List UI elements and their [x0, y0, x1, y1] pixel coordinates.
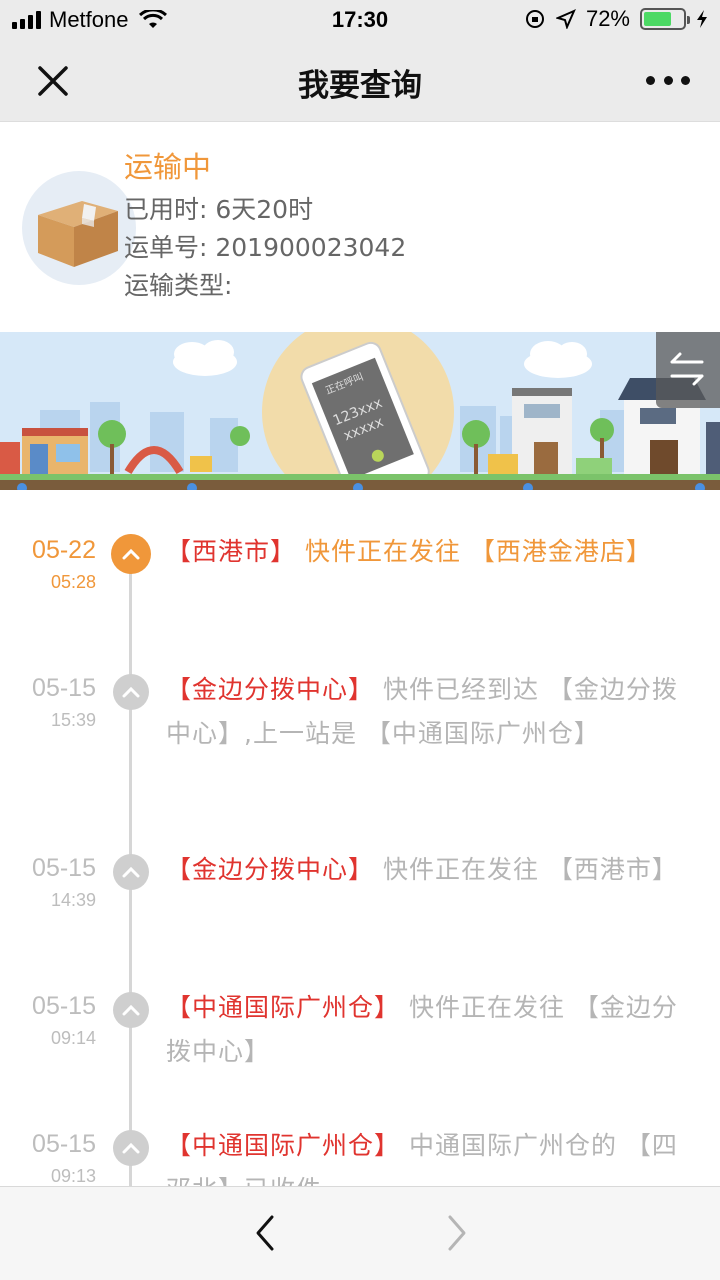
entry-location: 【金边分拨中心】 — [166, 675, 375, 704]
banner-illustration: 正在呼叫 123xxx xxxxx — [0, 332, 720, 490]
entry-time: 09:13 — [50, 1166, 96, 1186]
bottom-nav-bar — [0, 1186, 720, 1280]
elapsed-time: 已用时: 6天20时 — [124, 195, 314, 224]
shipment-details: 运输中 已用时: 6天20时 运单号: 201900023042 运输类型: — [124, 149, 406, 305]
city-illustration: 正在呼叫 123xxx xxxxx — [0, 332, 720, 490]
chevron-up-icon — [113, 674, 149, 710]
entry-time: 14:39 — [50, 890, 96, 910]
shipment-summary: 运输中 已用时: 6天20时 运单号: 201900023042 运输类型: — [0, 123, 720, 331]
more-dots-icon[interactable] — [646, 68, 690, 92]
entry-location: 【西港市】 — [166, 537, 297, 566]
nav-bar: 我要查询 — [0, 40, 720, 122]
entry-text: 【中通国际广州仓】 快件正在发往 【金边分拨中心】 — [166, 986, 686, 1074]
entry-date: 05-15 — [32, 1130, 96, 1158]
entry-time: 05:28 — [50, 572, 96, 592]
charging-icon — [697, 10, 707, 28]
swap-arrows-icon[interactable] — [656, 332, 720, 408]
entry-date: 05-15 — [32, 992, 96, 1020]
entry-location: 【中通国际广州仓】 — [166, 993, 401, 1022]
tracking-timeline: 05-22 05:28 【西港市】 快件正在发往 【西港金港店】 05-15 1… — [0, 490, 720, 1186]
chevron-left-icon[interactable] — [246, 1213, 286, 1253]
rotation-lock-icon — [525, 10, 544, 28]
entry-date: 05-22 — [32, 536, 96, 564]
chevron-up-icon — [113, 854, 149, 890]
entry-text: 【金边分拨中心】 快件已经到达 【金边分拨中心】,上一站是 【中通国际广州仓】 — [166, 668, 686, 756]
package-box-icon — [22, 171, 136, 285]
chevron-up-icon — [111, 534, 151, 574]
entry-location: 【中通国际广州仓】 — [166, 1131, 401, 1160]
entry-time: 15:39 — [50, 710, 96, 730]
page: Metfone 17:30 72% 我要查询 运输中 已用时: 6天20时 运单… — [0, 0, 720, 1280]
entry-message: 快件正在发往 【西港市】 — [374, 855, 678, 884]
status-right: 72% — [524, 6, 708, 32]
status-bar: Metfone 17:30 72% — [0, 0, 720, 40]
entry-location: 【金边分拨中心】 — [166, 855, 375, 884]
entry-date: 05-15 — [32, 854, 96, 882]
battery-icon — [640, 8, 690, 30]
battery-percent: 72% — [585, 6, 630, 31]
entry-date: 05-15 — [32, 674, 96, 702]
entry-text: 【西港市】 快件正在发往 【西港金港店】 — [166, 530, 686, 574]
chevron-right-icon[interactable] — [436, 1213, 476, 1253]
tracking-number: 运单号: 201900023042 — [124, 233, 407, 262]
entry-message: 快件正在发往 【西港金港店】 — [296, 537, 652, 566]
entry-text: 【金边分拨中心】 快件正在发往 【西港市】 — [166, 848, 686, 892]
entry-time: 09:14 — [50, 1028, 96, 1048]
entry-text: 【中通国际广州仓】 中通国际广州仓的 【四邓北】已收件 — [166, 1124, 686, 1186]
page-title: 我要查询 — [298, 68, 422, 104]
location-arrow-icon — [555, 9, 576, 29]
transport-type: 运输类型: — [124, 271, 233, 300]
chevron-up-icon — [113, 992, 149, 1028]
shipment-status: 运输中 — [124, 150, 212, 184]
chevron-up-icon — [113, 1130, 149, 1166]
